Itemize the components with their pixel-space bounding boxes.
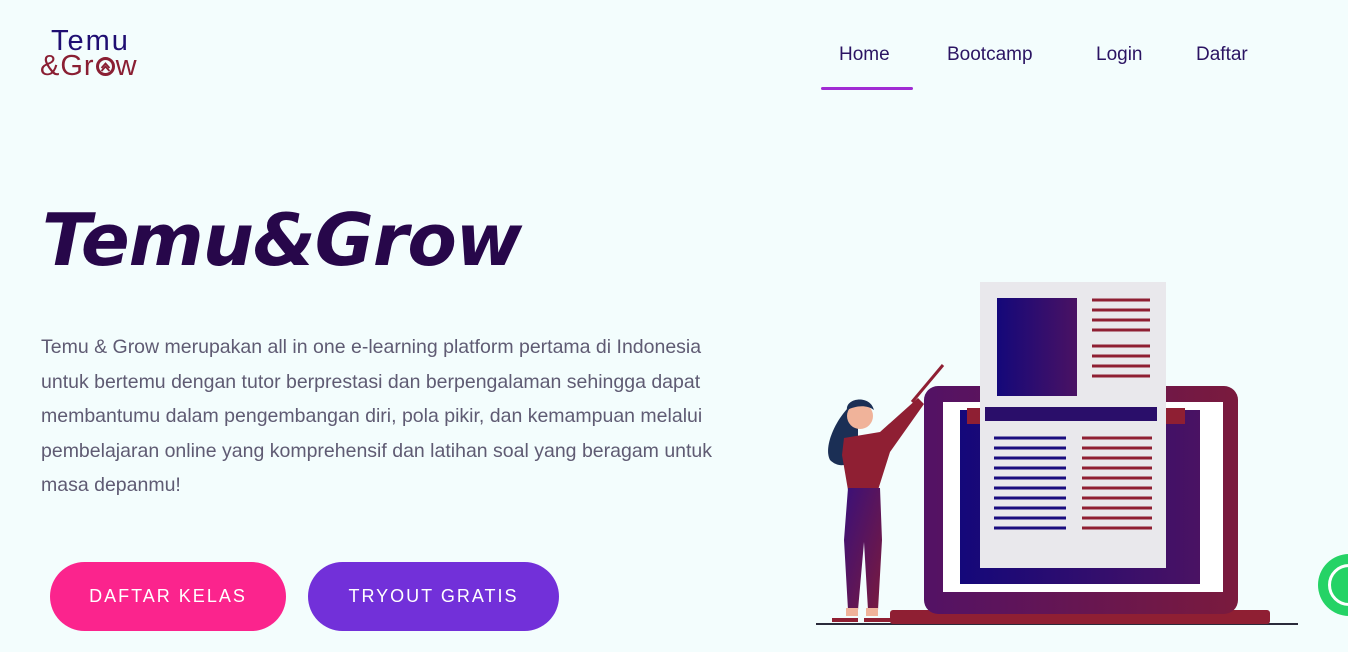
logo-text-line2: &Gr w bbox=[40, 50, 138, 82]
nav-active-indicator bbox=[821, 87, 913, 90]
hero-title: Temu&Grow bbox=[42, 198, 522, 282]
tryout-gratis-button[interactable]: TRYOUT GRATIS bbox=[308, 562, 559, 631]
logo[interactable]: Temu &Gr w bbox=[40, 27, 160, 85]
hero-description: Temu & Grow merupakan all in one e-learn… bbox=[41, 336, 713, 496]
arrow-up-icon bbox=[95, 57, 115, 76]
hero-illustration bbox=[816, 282, 1298, 625]
whatsapp-bubble bbox=[1328, 564, 1348, 606]
nav-bootcamp[interactable]: Bootcamp bbox=[947, 44, 1033, 66]
daftar-kelas-button[interactable]: DAFTAR KELAS bbox=[50, 562, 286, 631]
whatsapp-icon[interactable] bbox=[1318, 554, 1348, 616]
nav-login[interactable]: Login bbox=[1096, 44, 1143, 66]
nav-home[interactable]: Home bbox=[839, 44, 890, 66]
nav-daftar[interactable]: Daftar bbox=[1196, 44, 1248, 66]
